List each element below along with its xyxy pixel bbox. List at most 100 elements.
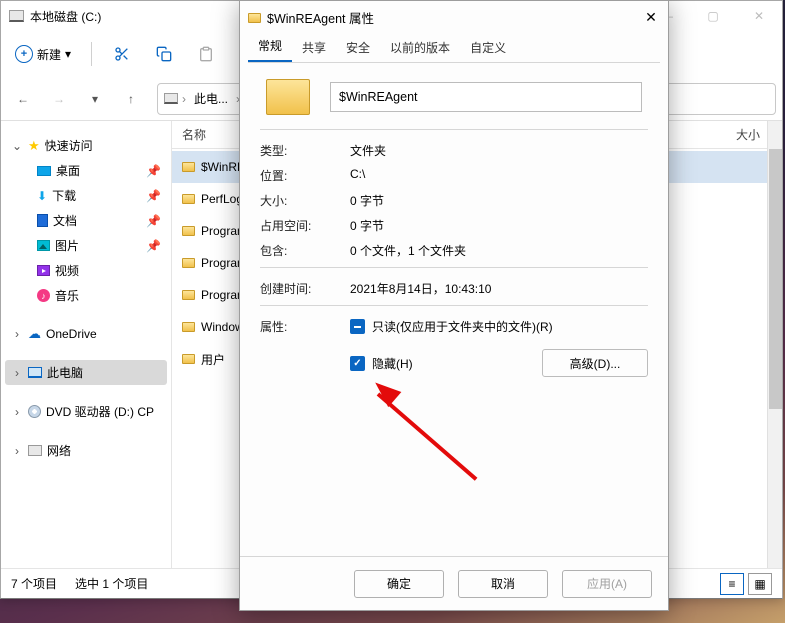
readonly-checkbox[interactable]: 只读(仅应用于文件夹中的文件)(R) [350, 318, 648, 335]
breadcrumb-thispc[interactable]: 此电... [190, 88, 232, 109]
download-icon: ⬇ [37, 189, 47, 203]
star-icon: ★ [28, 138, 40, 154]
label-size: 大小: [260, 192, 350, 209]
sidebar-item-pictures[interactable]: 图片 📌 [5, 233, 167, 258]
chevron-right-icon: › [11, 405, 23, 419]
label-location: 位置: [260, 167, 350, 184]
column-size[interactable]: 大小 [736, 126, 760, 143]
sidebar-label: 快速访问 [45, 137, 93, 154]
details-view-button[interactable]: ≡ [720, 573, 744, 595]
back-button[interactable]: ← [7, 83, 39, 115]
label-created: 创建时间: [260, 280, 350, 297]
cancel-button[interactable]: 取消 [458, 570, 548, 598]
plus-icon: + [15, 45, 33, 63]
value-contains: 0 个文件，1 个文件夹 [350, 242, 648, 259]
up-button[interactable]: ↑ [115, 83, 147, 115]
divider [260, 305, 648, 306]
advanced-button[interactable]: 高级(D)... [542, 349, 648, 377]
sidebar-item-downloads[interactable]: ⬇下载📌 [5, 183, 167, 208]
sidebar-label: 视频 [55, 262, 79, 279]
sidebar-label: 音乐 [55, 287, 79, 304]
pin-icon: 📌 [146, 164, 161, 178]
documents-icon [37, 214, 48, 227]
name-row [260, 79, 648, 115]
pictures-icon [37, 240, 50, 251]
chevron-down-icon: ▾ [65, 47, 71, 61]
sidebar-item-quick[interactable]: ⌄★快速访问 [5, 133, 167, 158]
folder-icon [182, 258, 195, 268]
sidebar-label: 图片 [55, 237, 79, 254]
name-field[interactable] [330, 82, 642, 112]
sidebar-label: 此电脑 [47, 364, 83, 381]
drive-icon [164, 93, 178, 104]
chevron-right-icon: › [11, 327, 23, 341]
sidebar-label: 网络 [47, 442, 71, 459]
dialog-tabs: 常规 共享 安全 以前的版本 自定义 [240, 34, 668, 62]
apply-button[interactable]: 应用(A) [562, 570, 652, 598]
label-size-on-disk: 占用空间: [260, 217, 350, 234]
value-size-on-disk: 0 字节 [350, 217, 648, 234]
cut-button[interactable] [104, 36, 140, 72]
ok-button[interactable]: 确定 [354, 570, 444, 598]
sidebar-label: 桌面 [56, 162, 80, 179]
copy-button[interactable] [146, 36, 182, 72]
chevron-right-icon: › [182, 92, 186, 106]
chevron-right-icon: › [11, 366, 23, 380]
new-button[interactable]: + 新建 ▾ [7, 41, 79, 67]
folder-icon [182, 194, 195, 204]
videos-icon [37, 265, 50, 276]
network-icon [28, 445, 42, 456]
folder-icon [182, 162, 195, 172]
scroll-thumb[interactable] [769, 149, 782, 409]
checkbox-indeterminate-icon [350, 319, 365, 334]
tab-custom[interactable]: 自定义 [460, 33, 516, 62]
close-button[interactable]: ✕ [736, 1, 782, 31]
checkbox-checked-icon [350, 356, 365, 371]
divider [260, 267, 648, 268]
folder-icon [182, 322, 195, 332]
music-icon: ♪ [37, 289, 50, 302]
sidebar-item-dvd[interactable]: › DVD 驱动器 (D:) CP [5, 399, 167, 424]
drive-icon [9, 10, 24, 22]
grid-view-button[interactable]: ▦ [748, 573, 772, 595]
value-size: 0 字节 [350, 192, 648, 209]
new-label: 新建 [37, 46, 61, 63]
sidebar: ⌄★快速访问 桌面📌 ⬇下载📌 文档📌 图片📌 视频 ♪音乐 ›☁OneDriv… [1, 121, 171, 568]
folder-icon [182, 226, 195, 236]
folder-icon [266, 79, 310, 115]
cloud-icon: ☁ [28, 326, 41, 342]
tab-general[interactable]: 常规 [248, 31, 292, 62]
folder-icon [182, 354, 195, 364]
tab-share[interactable]: 共享 [292, 33, 336, 62]
sidebar-item-documents[interactable]: 文档📌 [5, 208, 167, 233]
pin-icon: 📌 [146, 189, 161, 203]
hidden-label: 隐藏(H) [372, 355, 413, 372]
folder-icon [248, 13, 261, 23]
scrollbar[interactable] [767, 121, 782, 568]
sidebar-item-videos[interactable]: 视频 [5, 258, 167, 283]
label-type: 类型: [260, 142, 350, 159]
separator [91, 42, 92, 66]
tab-security[interactable]: 安全 [336, 33, 380, 62]
hidden-checkbox[interactable]: 隐藏(H) [350, 355, 413, 372]
history-chevron[interactable]: ▾ [79, 83, 111, 115]
properties-dialog: $WinREAgent 属性 ✕ 常规 共享 安全 以前的版本 自定义 类型:文… [239, 0, 669, 611]
sidebar-item-thispc[interactable]: › 此电脑 [5, 360, 167, 385]
pin-icon: 📌 [146, 239, 161, 253]
file-name: 用户 [201, 351, 225, 368]
maximize-button[interactable]: ▢ [690, 1, 736, 31]
label-contains: 包含: [260, 242, 350, 259]
sidebar-item-onedrive[interactable]: ›☁OneDrive [5, 322, 167, 346]
dialog-titlebar[interactable]: $WinREAgent 属性 ✕ [240, 1, 668, 34]
close-button[interactable]: ✕ [634, 4, 668, 32]
chevron-right-icon: › [11, 444, 23, 458]
forward-button[interactable]: → [43, 83, 75, 115]
sidebar-item-music[interactable]: ♪ 音乐 [5, 283, 167, 308]
sidebar-item-network[interactable]: › 网络 [5, 438, 167, 463]
paste-button[interactable] [188, 36, 224, 72]
dialog-title: $WinREAgent 属性 [267, 8, 634, 27]
sidebar-label: DVD 驱动器 (D:) CP [46, 403, 154, 420]
tab-previous[interactable]: 以前的版本 [380, 33, 460, 62]
value-location: C:\ [350, 167, 648, 184]
sidebar-item-desktop[interactable]: 桌面 📌 [5, 158, 167, 183]
